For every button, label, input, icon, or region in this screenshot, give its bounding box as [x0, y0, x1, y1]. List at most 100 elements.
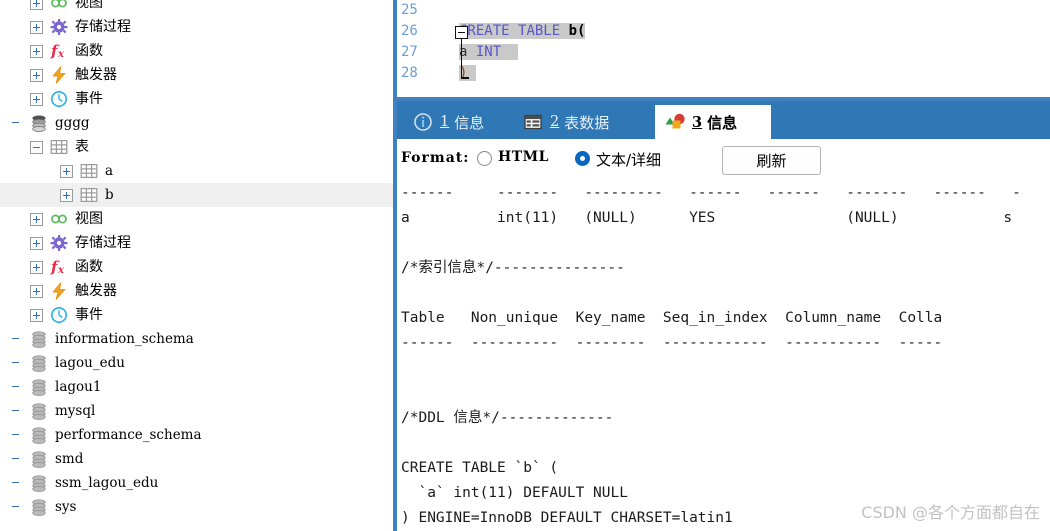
- tree-expander-placeholder: [10, 429, 23, 442]
- tree-item-14[interactable]: information_schema: [0, 327, 393, 351]
- tree-item-13[interactable]: 事件: [0, 303, 393, 327]
- tree-item-2[interactable]: f x 函数: [0, 39, 393, 63]
- radio-html[interactable]: [477, 151, 492, 166]
- tree-expander[interactable]: [30, 0, 43, 10]
- tree-expander[interactable]: [30, 260, 43, 274]
- tree-expander[interactable]: [30, 140, 43, 154]
- tree-expander[interactable]: [30, 236, 43, 250]
- tree-expander[interactable]: [30, 44, 43, 58]
- tree-item-label: 触发器: [75, 283, 117, 299]
- refresh-button[interactable]: 刷新: [722, 146, 821, 175]
- line-number: 26: [401, 23, 418, 39]
- trigger-icon: [49, 282, 69, 300]
- watermark: CSDN @各个方面都自在: [861, 503, 1040, 522]
- tree-item-9[interactable]: 视图: [0, 207, 393, 231]
- tree-item-4[interactable]: 事件: [0, 87, 393, 111]
- radio-text-detail[interactable]: [575, 151, 590, 166]
- tree-item-label: 视图: [75, 211, 103, 227]
- sql-editor[interactable]: 25 26 CREATE TABLE b( 27 a INT 28 ): [397, 0, 1050, 101]
- tree-expander[interactable]: [60, 164, 73, 178]
- table-folder-icon: [49, 138, 69, 156]
- tree-item-label: lagou_edu: [55, 355, 125, 371]
- tree-item-15[interactable]: lagou_edu: [0, 351, 393, 375]
- tree-item-20[interactable]: ssm_lagou_edu: [0, 471, 393, 495]
- tree-item-label: smd: [55, 451, 84, 467]
- trigger-icon: [49, 66, 69, 84]
- tree-item-label: 视图: [75, 0, 103, 11]
- tree-item-label: performance_schema: [55, 427, 202, 443]
- tree-item-6[interactable]: 表: [0, 135, 393, 159]
- tree-item-label: 事件: [75, 307, 103, 323]
- tree-item-7[interactable]: a: [0, 159, 393, 183]
- tree-expander[interactable]: [60, 188, 73, 202]
- tree-item-12[interactable]: 触发器: [0, 279, 393, 303]
- database-icon: [29, 498, 49, 516]
- tree-expander-placeholder: [10, 381, 23, 394]
- tree-item-3[interactable]: 触发器: [0, 63, 393, 87]
- database-icon: [29, 354, 49, 372]
- right-pane: 25 26 CREATE TABLE b( 27 a INT 28 ) 1 信息 2…: [393, 0, 1050, 531]
- tree-item-21[interactable]: sys: [0, 495, 393, 519]
- view-icon: [49, 0, 69, 12]
- object-tree-sidebar[interactable]: 视图 存储过程 f x 函数 触发器 事件 gggg 表 a b 视图 存储过程 f x 函数 触发器 事件 inf…: [0, 0, 393, 522]
- tree-item-17[interactable]: mysql: [0, 399, 393, 423]
- svg-text:x: x: [57, 265, 65, 276]
- sql-column-type: INT: [475, 44, 502, 60]
- results-output[interactable]: ------ ------- --------- ------ ------ -…: [397, 181, 1050, 531]
- tree-expander[interactable]: [30, 20, 43, 34]
- tree-expander[interactable]: [30, 92, 43, 106]
- results-text: ------ ------- --------- ------ ------ -…: [401, 185, 1021, 526]
- tree-item-22[interactable]: test: [0, 519, 393, 522]
- tab-label: 信息: [454, 113, 485, 132]
- tree-expander[interactable]: [30, 308, 43, 322]
- tree-item-0[interactable]: 视图: [0, 0, 393, 15]
- procedure-icon: [49, 234, 69, 252]
- tree-item-label: 函数: [75, 259, 103, 275]
- tree-item-label: 存储过程: [75, 19, 131, 35]
- tree-item-5[interactable]: gggg: [0, 111, 393, 135]
- tree-expander[interactable]: [30, 212, 43, 226]
- event-icon: [49, 306, 69, 324]
- tab-3[interactable]: 3 信息: [655, 105, 771, 139]
- tree-expander-placeholder: [10, 453, 23, 466]
- table-icon: [79, 186, 99, 204]
- tree-item-label: 表: [75, 139, 89, 155]
- tree-item-label: test: [55, 519, 81, 522]
- sql-keyword-table: TABLE: [518, 23, 561, 39]
- tab-number: 1: [440, 114, 450, 130]
- tree-item-18[interactable]: performance_schema: [0, 423, 393, 447]
- radio-text-detail-label: 文本/详细: [596, 151, 662, 169]
- tree-item-label: information_schema: [55, 331, 194, 347]
- tree-item-1[interactable]: 存储过程: [0, 15, 393, 39]
- tree-expander[interactable]: [30, 68, 43, 82]
- tree-item-8[interactable]: b: [0, 183, 393, 207]
- database-icon: [29, 378, 49, 396]
- tree-item-11[interactable]: f x 函数: [0, 255, 393, 279]
- info-circle-icon: [412, 112, 434, 132]
- editor-line: 25: [397, 0, 1050, 21]
- result-tabs[interactable]: 1 信息 2 表数据 3 信息: [397, 101, 1050, 139]
- code-fold-guide-end: [460, 77, 469, 79]
- tree-item-label: 存储过程: [75, 235, 131, 251]
- tree-item-16[interactable]: lagou1: [0, 375, 393, 399]
- tab-1[interactable]: 1 信息: [403, 105, 507, 139]
- code-fold-toggle-icon[interactable]: [455, 26, 468, 39]
- tree-item-label: 触发器: [75, 67, 117, 83]
- tree-expander-placeholder: [10, 501, 23, 514]
- database-icon: [29, 474, 49, 492]
- tree-expander-placeholder: [10, 357, 23, 370]
- editor-code[interactable]: a INT: [459, 42, 519, 63]
- table-icon: [79, 162, 99, 180]
- tree-item-label: gggg: [55, 115, 90, 131]
- tree-item-10[interactable]: 存储过程: [0, 231, 393, 255]
- tree-item-label: 函数: [75, 43, 103, 59]
- tree-item-label: lagou1: [55, 379, 102, 395]
- tree-expander[interactable]: [30, 284, 43, 298]
- tree-expander-placeholder: [10, 117, 23, 130]
- editor-line: 27 a INT: [397, 42, 1050, 63]
- tab-2[interactable]: 2 表数据: [513, 105, 649, 139]
- database-icon: [29, 426, 49, 444]
- database-active-icon: [29, 114, 49, 132]
- tree-item-19[interactable]: smd: [0, 447, 393, 471]
- editor-code[interactable]: CREATE TABLE b(: [459, 21, 586, 42]
